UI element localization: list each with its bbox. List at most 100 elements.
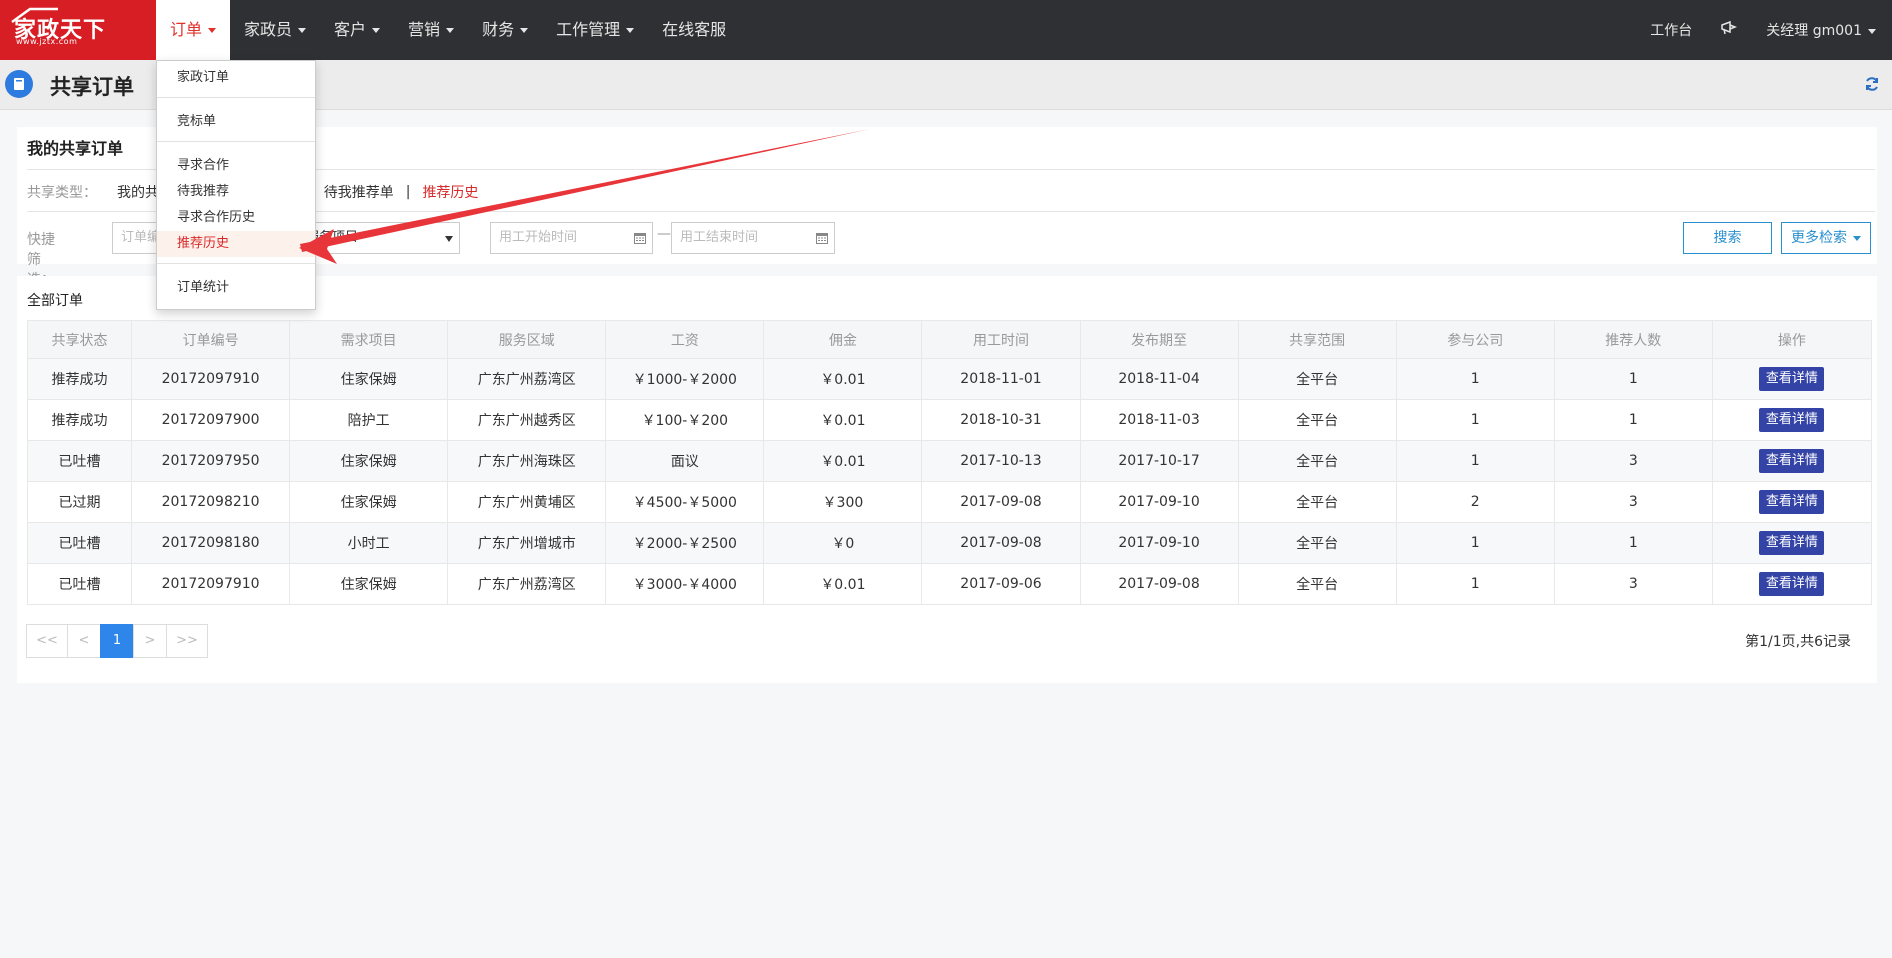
nav-item-0[interactable]: 订单 — [156, 0, 231, 60]
page-button-current[interactable]: 1 — [100, 624, 134, 658]
cell-commission: ￥0.01 — [763, 440, 923, 482]
menu-item[interactable]: 家政订单 — [157, 65, 315, 91]
view-detail-button[interactable]: 查看详情 — [1759, 531, 1825, 555]
menu-item[interactable]: 竞标单 — [157, 109, 315, 135]
table-row: 已吐槽 20172098180 小时工 广东广州增城市 ￥2000-￥2500 ￥0 201… — [26, 522, 1873, 564]
book-icon — [5, 70, 33, 98]
cell-companies: 1 — [1395, 440, 1555, 482]
view-detail-button[interactable]: 查看详情 — [1759, 449, 1825, 473]
start-time-input[interactable]: 用工开始时间 — [490, 222, 653, 254]
column-header: 订单编号 — [131, 320, 291, 359]
cell-publish-until: 2017-10-17 — [1079, 440, 1239, 482]
all-orders-title: 全部订单 — [27, 293, 83, 309]
nav-item-5[interactable]: 工作管理 — [542, 0, 648, 60]
cell-action: 查看详情 — [1711, 522, 1873, 564]
page-info: 第1/1页,共6记录 — [1745, 634, 1851, 650]
chevron-down-icon — [298, 28, 307, 33]
cell-scope: 全平台 — [1237, 399, 1397, 441]
nav-item-1[interactable]: 家政员 — [230, 0, 320, 60]
column-header: 共享范围 — [1237, 320, 1397, 359]
cell-order-no: 20172098210 — [131, 481, 291, 523]
prev-page-button[interactable]: < — [67, 624, 101, 658]
cell-scope: 全平台 — [1237, 358, 1397, 400]
nav-item-2[interactable]: 客户 — [320, 0, 394, 60]
column-header: 共享状态 — [26, 320, 133, 359]
type-link-pending-recommend[interactable]: 待我推荐单 — [324, 182, 394, 202]
range-dash: — — [657, 226, 671, 242]
first-page-button[interactable]: << — [26, 624, 68, 658]
order-dropdown-menu: 家政订单竞标单寻求合作 待我推荐 寻求合作历史 推荐历史订单统计 — [156, 60, 316, 310]
view-detail-button[interactable]: 查看详情 — [1759, 408, 1825, 432]
end-time-input[interactable]: 用工结束时间 — [671, 222, 835, 254]
cell-status: 已吐槽 — [26, 522, 133, 564]
column-header: 工资 — [605, 320, 765, 359]
cell-recommenders: 1 — [1553, 399, 1713, 441]
nav-item-label: 工作管理 — [556, 20, 621, 39]
table-row: 推荐成功 20172097910 住家保姆 广东广州荔湾区 ￥1000-￥2000 ￥0.… — [26, 358, 1873, 400]
cell-status: 推荐成功 — [26, 399, 133, 441]
refresh-icon[interactable] — [1864, 76, 1880, 92]
cell-status: 推荐成功 — [26, 358, 133, 400]
nav-item-label: 家政员 — [244, 20, 293, 39]
view-detail-button[interactable]: 查看详情 — [1759, 367, 1825, 391]
cell-recommenders: 3 — [1553, 440, 1713, 482]
nav-item-3[interactable]: 营销 — [394, 0, 468, 60]
cell-recommenders: 1 — [1553, 358, 1713, 400]
workbench-link[interactable]: 工作台 — [1650, 20, 1692, 40]
nav-item-6[interactable]: 在线客服 — [648, 0, 740, 60]
page-title: 共享订单 — [50, 75, 134, 99]
user-name: 关经理 gm001 — [1766, 23, 1862, 39]
cell-companies: 2 — [1395, 481, 1555, 523]
nav-item-label: 客户 — [334, 20, 367, 39]
orders-panel: 全部订单 共享状态 订单编号 需求项目 服务区域 工资 佣金 用工时间 发布期至 共享范围 参与公… — [17, 276, 1877, 683]
cell-commission: ￥0 — [763, 522, 923, 564]
menu-item[interactable]: 订单统计 — [157, 275, 315, 301]
megaphone-icon — [1721, 20, 1738, 35]
next-page-button[interactable]: > — [133, 624, 167, 658]
brand-logo[interactable]: 家政天下 www.jztx.com — [0, 0, 156, 60]
cell-area: 广东广州海珠区 — [447, 440, 607, 482]
service-item-select[interactable]: 服务项目 — [297, 222, 460, 254]
view-detail-button[interactable]: 查看详情 — [1759, 490, 1825, 514]
menu-item[interactable]: 寻求合作历史 — [157, 205, 315, 231]
last-page-button[interactable]: >> — [166, 624, 208, 658]
nav-item-label: 财务 — [482, 20, 515, 39]
column-header: 需求项目 — [289, 320, 449, 359]
cell-scope: 全平台 — [1237, 440, 1397, 482]
column-header: 用工时间 — [921, 320, 1081, 359]
cell-salary: ￥2000-￥2500 — [605, 522, 765, 564]
cell-area: 广东广州荔湾区 — [447, 358, 607, 400]
cell-recommenders: 1 — [1553, 522, 1713, 564]
user-menu[interactable]: 关经理 gm001 — [1766, 20, 1876, 40]
cell-companies: 1 — [1395, 399, 1555, 441]
menu-item[interactable]: 待我推荐 — [157, 179, 315, 205]
menu-item[interactable]: 推荐历史 — [157, 231, 315, 257]
cell-status: 已吐槽 — [26, 440, 133, 482]
cell-scope: 全平台 — [1237, 522, 1397, 564]
cell-order-no: 20172097900 — [131, 399, 291, 441]
more-search-button[interactable]: 更多检索 — [1781, 222, 1871, 254]
cell-status: 已吐槽 — [26, 563, 133, 605]
cell-work-time: 2017-10-13 — [921, 440, 1081, 482]
type-link-my-shared[interactable]: 我的共 — [117, 182, 159, 202]
nav-right: 工作台 关经理 gm001 — [1622, 0, 1876, 60]
cell-companies: 1 — [1395, 563, 1555, 605]
nav-item-4[interactable]: 财务 — [468, 0, 542, 60]
cell-order-no: 20172097910 — [131, 358, 291, 400]
cell-publish-until: 2018-11-03 — [1079, 399, 1239, 441]
more-search-label: 更多检索 — [1791, 230, 1847, 246]
menu-item[interactable]: 寻求合作 — [157, 153, 315, 179]
view-detail-button[interactable]: 查看详情 — [1759, 572, 1825, 596]
type-link-recommend-history[interactable]: 推荐历史 — [422, 182, 478, 202]
cell-order-no: 20172098180 — [131, 522, 291, 564]
cell-commission: ￥0.01 — [763, 563, 923, 605]
notification-button[interactable] — [1720, 20, 1738, 40]
cell-action: 查看详情 — [1711, 563, 1873, 605]
menu-divider — [157, 263, 315, 264]
cell-salary: ￥4500-￥5000 — [605, 481, 765, 523]
cell-action: 查看详情 — [1711, 358, 1873, 400]
menu-divider — [157, 141, 315, 142]
chevron-down-icon — [372, 28, 381, 33]
search-button[interactable]: 搜索 — [1683, 222, 1772, 254]
cell-work-time: 2017-09-06 — [921, 563, 1081, 605]
